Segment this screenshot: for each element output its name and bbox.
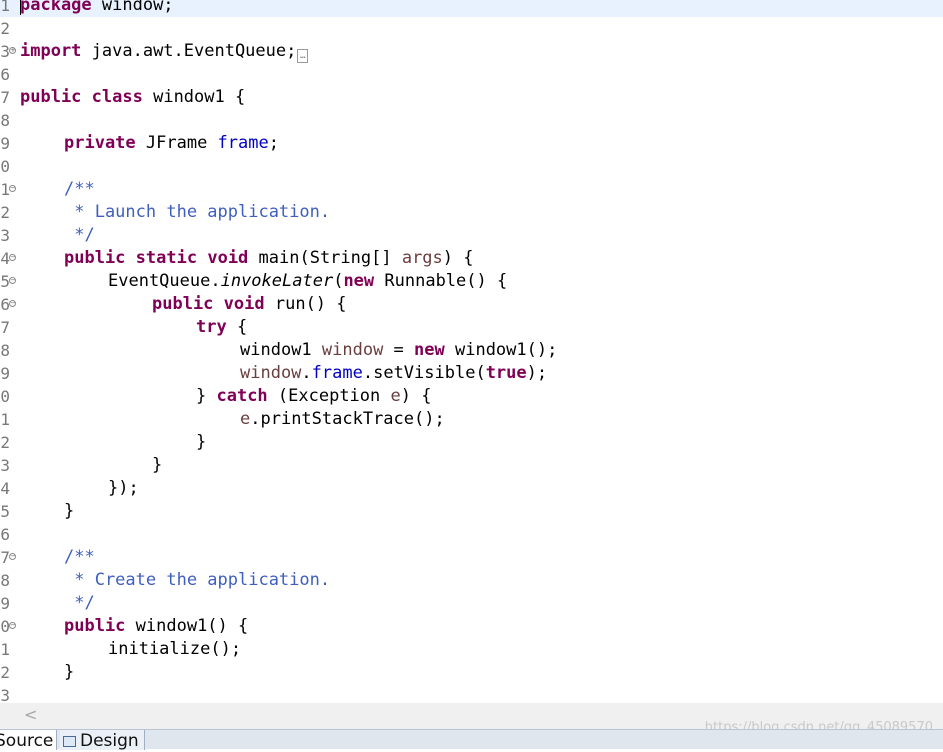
line-number: 9 <box>0 364 10 383</box>
code-line[interactable]: 2 } <box>0 661 943 684</box>
code-line[interactable]: 9 private JFrame frame; <box>0 132 943 155</box>
code-text: */ <box>64 593 95 613</box>
tab-design-label: Design <box>80 731 139 751</box>
code-line[interactable]: 7 try { <box>0 316 943 339</box>
code-line[interactable]: 0 } catch (Exception e) { <box>0 385 943 408</box>
code-text: } catch (Exception e) { <box>196 386 432 406</box>
line-number: 8 <box>0 111 10 130</box>
design-icon <box>63 736 76 747</box>
code-text: * Launch the application. <box>64 202 331 222</box>
tab-source[interactable]: Source <box>0 730 57 751</box>
line-number: 3 <box>0 686 10 703</box>
code-text: } <box>152 455 163 475</box>
line-number: 1 <box>0 0 10 15</box>
code-text: window.frame.setVisible(true); <box>240 363 548 383</box>
code-line[interactable]: 1 e.printStackTrace(); <box>0 408 943 431</box>
code-line[interactable]: 8 * Create the application. <box>0 569 943 592</box>
code-line[interactable]: 1 initialize(); <box>0 638 943 661</box>
code-line[interactable]: 5 } <box>0 500 943 523</box>
line-number: 6 <box>0 65 10 84</box>
code-text: } <box>196 432 207 452</box>
code-line[interactable]: 4 − public static void main(String[] arg… <box>0 247 943 270</box>
code-text: public window1() { <box>64 616 249 636</box>
code-line[interactable]: 8 window1 window = new window1(); <box>0 339 943 362</box>
code-line[interactable]: 9 window.frame.setVisible(true); <box>0 362 943 385</box>
line-number: 1 <box>0 640 10 659</box>
code-line[interactable]: 6 − public void run() { <box>0 293 943 316</box>
fold-collapse-icon[interactable]: − <box>9 185 16 192</box>
code-text: import java.awt.EventQueue;… <box>20 40 309 63</box>
code-line[interactable]: 2 <box>0 17 943 40</box>
code-text: public static void main(String[] args) { <box>64 248 474 268</box>
line-number: 9 <box>0 594 10 613</box>
code-line[interactable]: 8 <box>0 109 943 132</box>
line-number: 3 <box>0 456 10 475</box>
line-number: 2 <box>0 203 10 222</box>
code-text: * Create the application. <box>64 570 331 590</box>
code-text: EventQueue.invokeLater(new Runnable() { <box>108 271 508 291</box>
code-line[interactable]: 3 <box>0 684 943 703</box>
line-number: 7 <box>0 318 10 337</box>
code-line[interactable]: 5 − EventQueue.invokeLater(new Runnable(… <box>0 270 943 293</box>
code-text: package window; <box>20 0 174 15</box>
editor-tab-bar: Source Design <box>0 729 943 751</box>
line-number: 2 <box>0 433 10 452</box>
fold-expand-icon[interactable]: + <box>9 47 16 54</box>
code-line[interactable]: 4 }); <box>0 477 943 500</box>
code-line[interactable]: 3 */ <box>0 224 943 247</box>
line-number: 5 <box>0 502 10 521</box>
code-editor[interactable]: 1 package window; 2 3 + import java.awt.… <box>0 0 943 703</box>
fold-collapse-icon[interactable]: − <box>9 277 16 284</box>
line-number: 7 <box>0 88 10 107</box>
line-number: 8 <box>0 341 10 360</box>
code-line[interactable]: 0 − public window1() { <box>0 615 943 638</box>
line-number: 2 <box>0 19 10 38</box>
code-text: private JFrame frame; <box>64 133 279 153</box>
code-text: window1 window = new window1(); <box>240 340 558 360</box>
fold-collapse-icon[interactable]: − <box>9 300 16 307</box>
fold-collapse-icon[interactable]: − <box>9 622 16 629</box>
line-number: 0 <box>0 157 10 176</box>
code-line[interactable]: 1 − /** <box>0 178 943 201</box>
line-number: 3 <box>0 226 10 245</box>
fold-collapse-icon[interactable]: − <box>9 553 16 560</box>
collapsed-imports-icon[interactable]: … <box>297 49 309 63</box>
code-line[interactable]: 0 <box>0 155 943 178</box>
code-line[interactable]: 7 − /** <box>0 546 943 569</box>
code-text: } <box>64 662 75 682</box>
code-line[interactable]: 3 } <box>0 454 943 477</box>
code-line[interactable]: 2 } <box>0 431 943 454</box>
code-line[interactable]: 7 public class window1 { <box>0 86 943 109</box>
code-text: try { <box>196 317 248 337</box>
code-text: public class window1 { <box>20 87 246 107</box>
code-text: */ <box>64 225 95 245</box>
code-text: public void run() { <box>152 294 347 314</box>
scroll-left-icon[interactable]: < <box>24 705 37 724</box>
line-number: 9 <box>0 134 10 153</box>
line-number: 6 <box>0 525 10 544</box>
code-line[interactable]: 6 <box>0 63 943 86</box>
code-text: initialize(); <box>108 639 242 659</box>
fold-collapse-icon[interactable]: − <box>9 254 16 261</box>
line-number: 8 <box>0 571 10 590</box>
code-text: } <box>64 501 75 521</box>
code-line[interactable]: 1 package window; <box>0 0 943 17</box>
line-number: 0 <box>0 387 10 406</box>
code-text: /** <box>64 547 95 567</box>
code-text: e.printStackTrace(); <box>240 409 445 429</box>
tab-design[interactable]: Design <box>60 730 145 751</box>
code-line[interactable]: 9 */ <box>0 592 943 615</box>
code-text: /** <box>64 179 95 199</box>
code-text: }); <box>108 478 139 498</box>
line-number: 1 <box>0 410 10 429</box>
line-number: 2 <box>0 663 10 682</box>
code-line[interactable]: 2 * Launch the application. <box>0 201 943 224</box>
line-number: 4 <box>0 479 10 498</box>
code-line[interactable]: 3 + import java.awt.EventQueue;… <box>0 40 943 63</box>
code-line[interactable]: 6 <box>0 523 943 546</box>
